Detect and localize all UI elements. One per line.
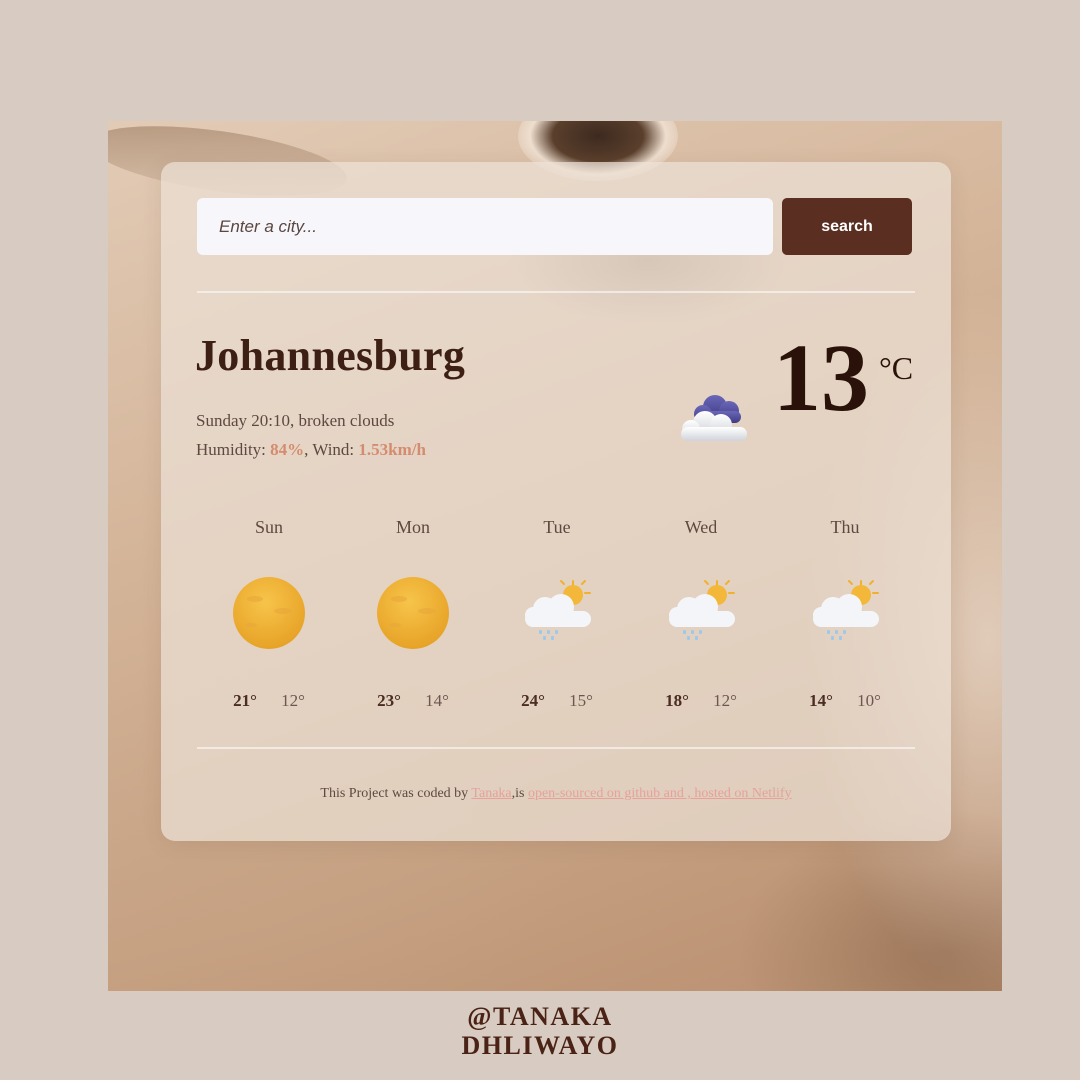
forecast-min: 10° <box>857 691 881 710</box>
author-link[interactable]: Tanaka <box>471 786 511 801</box>
broken-clouds-icon <box>681 395 747 441</box>
credit-line-2: DHLIWAYO <box>461 1031 619 1060</box>
datetime-description: Sunday 20:10, broken clouds <box>196 411 395 430</box>
forecast-max: 24° <box>521 691 545 710</box>
current-temperature: 13 <box>773 324 869 431</box>
forecast-max: 23° <box>377 691 401 710</box>
forecast-temps: 18° 12° <box>629 691 773 711</box>
forecast-temps: 23° 14° <box>341 691 485 711</box>
sun-rain-cloud-icon <box>813 580 879 640</box>
humidity-value: 84% <box>270 440 305 459</box>
forecast-day-name: Tue <box>543 517 571 537</box>
temperature-unit: °C <box>879 350 914 386</box>
bottom-divider <box>197 747 915 749</box>
sun-rain-cloud-icon <box>669 580 735 640</box>
forecast-day: Tue 24° 15° <box>485 517 629 710</box>
forecast-day: Mon 23° 14° <box>341 517 485 710</box>
forecast-min: 12° <box>281 691 305 710</box>
forecast-max: 14° <box>809 691 833 710</box>
forecast-max: 21° <box>233 691 257 710</box>
humidity-label: Humidity: <box>196 440 266 459</box>
forecast-day-name: Thu <box>830 517 860 537</box>
search-button[interactable]: search <box>782 198 912 255</box>
forecast-row: Sun 21° 12° Mon 23° 14° Tue 24° 15° Wed … <box>197 517 915 717</box>
forecast-day: Sun 21° 12° <box>197 517 341 710</box>
forecast-temps: 24° 15° <box>485 691 629 711</box>
weather-details: Sunday 20:10, broken clouds Humidity: 84… <box>196 406 426 464</box>
sun-rain-cloud-icon <box>525 580 591 640</box>
footer-prefix: This Project was coded by <box>320 786 472 801</box>
forecast-min: 15° <box>569 691 593 710</box>
footer-middle: ,is <box>511 786 528 801</box>
credit-line-1: @TANAKA <box>467 1002 613 1031</box>
forecast-day: Wed 18° 12° <box>629 517 773 710</box>
city-name: Johannesburg <box>195 331 466 380</box>
source-link[interactable]: open-sourced on github and , hosted on N… <box>528 786 792 801</box>
humidity-wind-line: Humidity: 84%, Wind: 1.53km/h <box>196 435 426 464</box>
forecast-day-name: Mon <box>395 517 430 537</box>
sun-icon <box>377 577 449 649</box>
forecast-day-name: Wed <box>684 517 718 537</box>
city-search-input[interactable] <box>197 198 773 255</box>
forecast-temps: 14° 10° <box>773 691 917 711</box>
footer: This Project was coded by Tanaka,is open… <box>161 786 951 802</box>
forecast-min: 12° <box>713 691 737 710</box>
author-credit: @TANAKA DHLIWAYO <box>0 1002 1080 1060</box>
top-divider <box>197 291 915 293</box>
weather-card: search Johannesburg Sunday 20:10, broken… <box>161 162 951 841</box>
wind-value: 1.53km/h <box>358 440 426 459</box>
forecast-max: 18° <box>665 691 689 710</box>
wind-label: , Wind: <box>304 440 355 459</box>
forecast-day-name: Sun <box>254 517 283 537</box>
forecast-day: Thu 14° 10° <box>773 517 917 710</box>
forecast-temps: 21° 12° <box>197 691 341 711</box>
forecast-min: 14° <box>425 691 449 710</box>
sun-icon <box>233 577 305 649</box>
